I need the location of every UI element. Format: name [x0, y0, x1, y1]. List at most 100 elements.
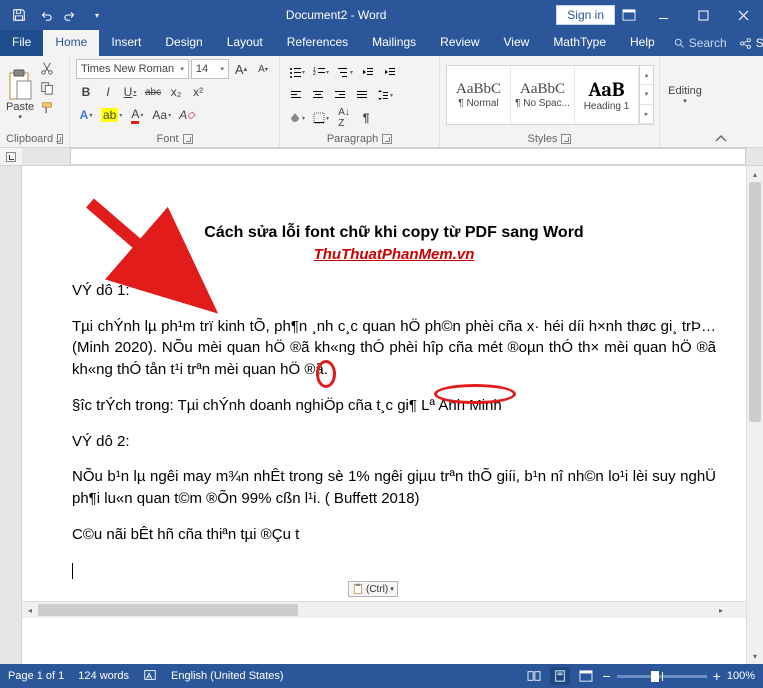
decrease-indent-button[interactable] [358, 62, 378, 82]
highlight-button[interactable]: ab▾ [98, 105, 125, 125]
view-web-icon[interactable] [576, 667, 596, 685]
paste-button[interactable]: Paste ▾ [6, 59, 34, 131]
tab-insert[interactable]: Insert [99, 30, 153, 56]
view-print-icon[interactable] [550, 667, 570, 685]
text-effects-button[interactable]: A▾ [76, 105, 96, 125]
horizontal-scrollbar[interactable]: ◂ ▸ [22, 601, 746, 618]
copy-icon[interactable] [38, 79, 56, 97]
zoom-slider[interactable] [617, 675, 707, 678]
justify-button[interactable] [352, 85, 372, 105]
tab-mailings[interactable]: Mailings [360, 30, 428, 56]
group-styles-label: Styles [528, 133, 558, 145]
scroll-right-icon[interactable]: ▸ [713, 602, 729, 618]
zoom-in-button[interactable]: + [713, 668, 721, 684]
minimize-icon[interactable] [643, 0, 683, 30]
styles-next-row[interactable]: ▾ [640, 85, 653, 104]
align-right-button[interactable] [330, 85, 350, 105]
italic-button[interactable]: I [98, 82, 118, 102]
collapse-ribbon-icon[interactable] [710, 56, 732, 147]
tab-view[interactable]: View [492, 30, 542, 56]
tab-file[interactable]: File [0, 30, 43, 56]
group-font-label: Font [156, 133, 178, 145]
superscript-button[interactable]: x² [188, 82, 208, 102]
save-icon[interactable] [8, 4, 30, 26]
clipboard-dialog-launcher[interactable] [57, 134, 63, 144]
font-dialog-launcher[interactable] [183, 134, 193, 144]
maximize-icon[interactable] [683, 0, 723, 30]
font-color-button[interactable]: A▾ [127, 105, 147, 125]
zoom-level[interactable]: 100% [727, 670, 755, 682]
tab-mathtype[interactable]: MathType [541, 30, 618, 56]
strike-button[interactable]: abc [142, 82, 164, 102]
tab-help[interactable]: Help [618, 30, 667, 56]
group-paragraph-label: Paragraph [327, 133, 378, 145]
paste-options-button[interactable]: (Ctrl) ▾ [348, 581, 398, 597]
shrink-font-button[interactable]: A▾ [253, 59, 273, 79]
paragraph-dialog-launcher[interactable] [382, 134, 392, 144]
scroll-left-icon[interactable]: ◂ [22, 602, 38, 618]
signin-button[interactable]: Sign in [556, 5, 615, 25]
share-button[interactable]: Share [727, 30, 763, 56]
status-proofing-icon[interactable] [143, 668, 157, 685]
tab-home[interactable]: Home [43, 30, 99, 56]
undo-icon[interactable] [34, 4, 56, 26]
styles-prev-row[interactable]: ▴ [640, 66, 653, 85]
scroll-up-icon[interactable]: ▴ [747, 166, 763, 182]
zoom-out-button[interactable]: − [602, 668, 610, 684]
bullets-button[interactable]: ▾ [286, 62, 308, 82]
svg-text:2: 2 [313, 71, 316, 77]
multilevel-button[interactable]: ▾ [334, 62, 356, 82]
ruler-horizontal[interactable] [0, 148, 763, 166]
line-spacing-button[interactable]: ▾ [374, 85, 396, 105]
view-read-icon[interactable] [524, 667, 544, 685]
status-words[interactable]: 124 words [78, 670, 129, 682]
style-heading1[interactable]: AaBHeading 1 [575, 66, 639, 124]
font-name-combo[interactable]: Times New Roman▾ [76, 59, 189, 79]
cut-icon[interactable] [38, 59, 56, 77]
redo-icon[interactable] [60, 4, 82, 26]
style-no-spacing[interactable]: AaBbC¶ No Spac... [511, 66, 575, 124]
paragraph: VÝ dô 1: [72, 280, 716, 302]
ruler-vertical[interactable] [0, 166, 22, 664]
tell-me-search[interactable]: Search [673, 30, 727, 56]
paragraph: NÕu b¹n lµ ng­êi may m¾n nhÊt trong sè 1… [72, 466, 716, 510]
style-normal[interactable]: AaBbC¶ Normal [447, 66, 511, 124]
clear-formatting-button[interactable]: A◇ [176, 105, 198, 125]
underline-button[interactable]: U▾ [120, 82, 140, 102]
scroll-down-icon[interactable]: ▾ [747, 648, 763, 664]
format-painter-icon[interactable] [38, 99, 56, 117]
close-icon[interactable] [723, 0, 763, 30]
bold-button[interactable]: B [76, 82, 96, 102]
tab-references[interactable]: References [275, 30, 360, 56]
tab-selector[interactable] [0, 148, 22, 165]
vertical-scrollbar[interactable]: ▴ ▾ [746, 166, 763, 664]
qat-customize-icon[interactable]: ▾ [86, 4, 108, 26]
tab-layout[interactable]: Layout [215, 30, 275, 56]
borders-button[interactable]: ▾ [310, 108, 332, 128]
status-language[interactable]: English (United States) [171, 670, 284, 682]
tab-design[interactable]: Design [153, 30, 214, 56]
increase-indent-button[interactable] [380, 62, 400, 82]
status-page[interactable]: Page 1 of 1 [8, 670, 64, 682]
editing-menu[interactable]: Editing ▾ [666, 59, 704, 131]
ribbon-display-icon[interactable] [615, 9, 643, 21]
grow-font-button[interactable]: A▴ [231, 59, 251, 79]
text-cursor [72, 563, 73, 579]
scroll-v-thumb[interactable] [749, 182, 761, 422]
font-size-combo[interactable]: 14▾ [191, 59, 229, 79]
styles-expand[interactable]: ▸ [640, 105, 653, 124]
show-marks-button[interactable]: ¶ [356, 108, 376, 128]
change-case-button[interactable]: Aa▾ [149, 105, 174, 125]
document-body[interactable]: Cách sửa lỗi font chữ khi copy từ PDF sa… [22, 166, 746, 601]
subscript-button[interactable]: x₂ [166, 82, 186, 102]
paragraph: C©u nãi bÊt hñ cña thiªn tµi ®Çu t­ [72, 524, 716, 546]
paragraph: §­îc trÝch trong: Tµi chÝnh doanh nghiÖp… [72, 395, 716, 417]
align-center-button[interactable] [308, 85, 328, 105]
align-left-button[interactable] [286, 85, 306, 105]
styles-dialog-launcher[interactable] [561, 134, 571, 144]
shading-button[interactable]: ▾ [286, 108, 308, 128]
sort-button[interactable]: A↓Z [334, 108, 354, 128]
scroll-h-thumb[interactable] [38, 604, 298, 616]
numbering-button[interactable]: 12▾ [310, 62, 332, 82]
tab-review[interactable]: Review [428, 30, 491, 56]
